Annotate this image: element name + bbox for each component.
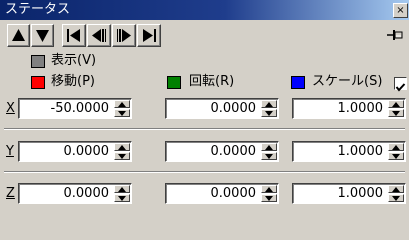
- scale-checkbox[interactable]: [394, 77, 407, 92]
- arrow-down-icon: [118, 196, 126, 201]
- arrow-up-icon: [392, 187, 400, 192]
- checkmark-icon: [395, 83, 406, 92]
- rotation-y-field[interactable]: 0.0000: [165, 141, 279, 162]
- axis-label-z: Z: [6, 186, 15, 201]
- arrow-up-icon: [265, 102, 273, 107]
- pin-button[interactable]: [386, 27, 404, 43]
- display-label[interactable]: 表示(V): [51, 53, 96, 69]
- spin-up-button[interactable]: [114, 185, 130, 193]
- field-value: 1.0000: [337, 186, 384, 201]
- field-value: -50.0000: [50, 101, 109, 116]
- scale-color-swatch: [291, 76, 305, 89]
- scale-label[interactable]: スケール(S): [312, 74, 382, 90]
- window-title: ステータス: [5, 2, 71, 17]
- spin-up-button[interactable]: [388, 143, 404, 151]
- position-label[interactable]: 移動(P): [51, 74, 95, 90]
- close-button[interactable]: ×: [393, 3, 408, 18]
- title-bar[interactable]: ステータス ×: [0, 0, 409, 20]
- spin-buttons[interactable]: [388, 143, 404, 160]
- spin-buttons[interactable]: [261, 100, 277, 117]
- scale-z-field[interactable]: 1.0000: [292, 183, 406, 204]
- spin-down-button[interactable]: [261, 109, 277, 117]
- spin-up-button[interactable]: [114, 143, 130, 151]
- spin-up-button[interactable]: [261, 185, 277, 193]
- step-back-icon: [92, 29, 106, 42]
- move-down-button[interactable]: [31, 24, 54, 47]
- pin-icon: [387, 30, 403, 40]
- triangle-down-icon: [36, 30, 49, 42]
- spin-up-button[interactable]: [388, 185, 404, 193]
- skip-start-icon: [67, 29, 80, 42]
- spin-buttons[interactable]: [261, 143, 277, 160]
- spin-down-button[interactable]: [388, 109, 404, 117]
- triangle-up-icon: [12, 29, 25, 41]
- spin-up-button[interactable]: [261, 143, 277, 151]
- spin-buttons[interactable]: [388, 185, 404, 202]
- scale-x-field[interactable]: 1.0000: [292, 98, 406, 119]
- arrow-up-icon: [118, 187, 126, 192]
- step-forward-icon: [117, 29, 131, 42]
- arrow-up-icon: [118, 102, 126, 107]
- arrow-up-icon: [265, 187, 273, 192]
- first-frame-button[interactable]: [62, 24, 86, 47]
- spin-down-button[interactable]: [261, 152, 277, 160]
- arrow-down-icon: [265, 196, 273, 201]
- spin-down-button[interactable]: [114, 194, 130, 202]
- field-value: 1.0000: [337, 101, 384, 116]
- spin-buttons[interactable]: [114, 185, 130, 202]
- spin-up-button[interactable]: [388, 100, 404, 108]
- row-separator: [4, 128, 405, 130]
- position-y-field[interactable]: 0.0000: [18, 141, 132, 162]
- field-value: 0.0000: [210, 144, 257, 159]
- arrow-up-icon: [265, 145, 273, 150]
- arrow-up-icon: [392, 145, 400, 150]
- field-value: 0.0000: [63, 186, 110, 201]
- display-color-swatch: [31, 55, 45, 68]
- rotation-x-field[interactable]: 0.0000: [165, 98, 279, 119]
- last-frame-button[interactable]: [137, 24, 161, 47]
- next-key-button[interactable]: [112, 24, 136, 47]
- spin-down-button[interactable]: [114, 152, 130, 160]
- axis-label-y: Y: [6, 144, 14, 159]
- arrow-down-icon: [265, 111, 273, 116]
- arrow-up-icon: [118, 145, 126, 150]
- scale-y-field[interactable]: 1.0000: [292, 141, 406, 162]
- rotation-label[interactable]: 回転(R): [189, 74, 234, 90]
- arrow-down-icon: [118, 154, 126, 159]
- spin-down-button[interactable]: [388, 152, 404, 160]
- spin-up-button[interactable]: [261, 100, 277, 108]
- spin-down-button[interactable]: [114, 109, 130, 117]
- arrow-down-icon: [392, 111, 400, 116]
- prev-key-button[interactable]: [87, 24, 111, 47]
- arrow-down-icon: [265, 154, 273, 159]
- spin-up-button[interactable]: [114, 100, 130, 108]
- skip-end-icon: [143, 29, 156, 42]
- spin-down-button[interactable]: [261, 194, 277, 202]
- axis-label-x: X: [6, 101, 15, 116]
- arrow-down-icon: [118, 111, 126, 116]
- spin-buttons[interactable]: [114, 100, 130, 117]
- spin-buttons[interactable]: [388, 100, 404, 117]
- arrow-up-icon: [392, 102, 400, 107]
- spin-down-button[interactable]: [388, 194, 404, 202]
- field-value: 0.0000: [63, 144, 110, 159]
- position-x-field[interactable]: -50.0000: [18, 98, 132, 119]
- arrow-down-icon: [392, 196, 400, 201]
- position-color-swatch: [31, 76, 45, 89]
- field-value: 1.0000: [337, 144, 384, 159]
- arrow-down-icon: [392, 154, 400, 159]
- spin-buttons[interactable]: [261, 185, 277, 202]
- row-separator: [4, 171, 405, 173]
- field-value: 0.0000: [210, 186, 257, 201]
- field-value: 0.0000: [210, 101, 257, 116]
- rotation-z-field[interactable]: 0.0000: [165, 183, 279, 204]
- move-up-button[interactable]: [7, 24, 30, 47]
- status-panel: ステータス × 表示(V) 移動(P) 回転(R) スケール(S) X -50.…: [0, 0, 410, 240]
- position-z-field[interactable]: 0.0000: [18, 183, 132, 204]
- rotation-color-swatch: [167, 76, 181, 89]
- spin-buttons[interactable]: [114, 143, 130, 160]
